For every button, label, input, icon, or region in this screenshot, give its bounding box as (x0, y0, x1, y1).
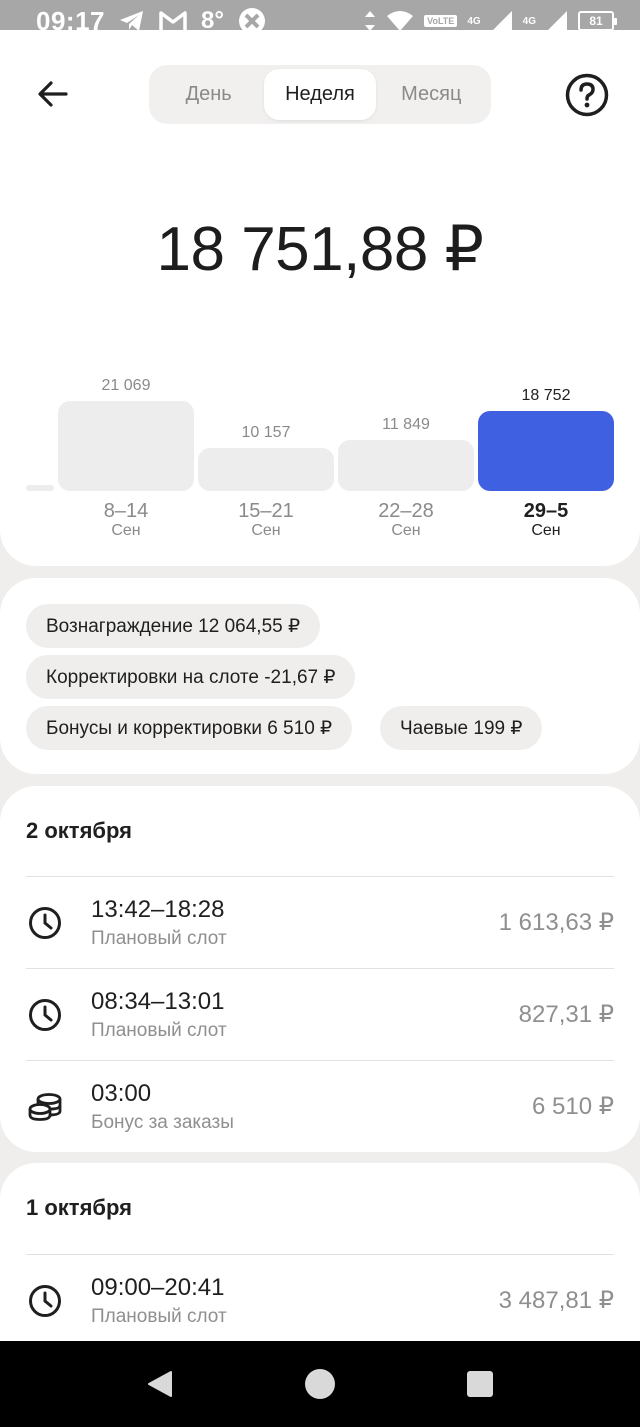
telegram-icon (119, 10, 145, 32)
bar-category-label: 29–5 Сен (478, 500, 614, 540)
question-icon (565, 73, 609, 117)
item-type: Плановый слот (91, 928, 227, 949)
bar-range: 8–14 (103, 500, 149, 522)
mail-icon (159, 11, 187, 31)
chip-tips[interactable]: Чаевые 199 ₽ (380, 706, 543, 750)
triangle-back-icon (148, 1371, 172, 1397)
period-switcher: День Неделя Месяц (149, 65, 491, 124)
item-time: 13:42–18:28 (91, 896, 225, 923)
item-type: Плановый слот (91, 1020, 227, 1041)
chip-slot-adjustments[interactable]: Корректировки на слоте -21,67 ₽ (26, 655, 356, 699)
bar-value-label: 18 752 (521, 387, 571, 404)
divider (26, 1254, 614, 1255)
signal-icon-1 (491, 10, 513, 32)
item-amount: 827,31 ₽ (518, 1001, 614, 1028)
item-time: 09:00–20:41 (91, 1274, 225, 1301)
day-title: 2 октября (26, 818, 132, 843)
bar-month: Сен (251, 522, 281, 539)
bar-category-label: 8–14 Сен (58, 500, 194, 540)
item-amount: 1 613,63 ₽ (498, 909, 614, 936)
nav-home-button[interactable] (304, 1368, 336, 1400)
volte-label: VoLTE (424, 15, 458, 27)
item-amount: 3 487,81 ₽ (498, 1287, 614, 1314)
day-title: 1 октября (26, 1195, 132, 1220)
tab-day[interactable]: День (153, 69, 264, 120)
battery-level: 81 (589, 14, 603, 28)
bar-range: 22–28 (378, 500, 434, 522)
item-type: Бонус за заказы (91, 1112, 234, 1133)
data-transfer-icon (364, 10, 376, 32)
bar-month: Сен (111, 522, 141, 539)
chip-bonuses[interactable]: Бонусы и корректировки 6 510 ₽ (26, 706, 353, 750)
divider (26, 876, 614, 877)
bar-range: 15–21 (238, 500, 294, 522)
bar-category-label: 15–21 Сен (198, 500, 334, 540)
bar-previous-partial (26, 485, 54, 491)
battery-icon: 81 (578, 11, 617, 31)
list-item[interactable]: 08:34–13:01 Плановый слот 827,31 ₽ (0, 970, 640, 1060)
bar-category-label: 22–28 Сен (338, 500, 474, 540)
square-recents-icon (467, 1371, 493, 1397)
nav-recents-button[interactable] (464, 1368, 496, 1400)
list-item[interactable]: 09:00–20:41 Плановый слот 3 487,81 ₽ (0, 1256, 640, 1346)
list-item[interactable]: 03:00 Бонус за заказы 6 510 ₽ (0, 1062, 640, 1152)
coins-icon (26, 1088, 64, 1126)
wifi-icon (386, 10, 414, 32)
day-section: 2 октября 13:42–18:28 Плановый слот 1 61… (0, 786, 640, 1152)
network-type-2: 4G (522, 15, 536, 27)
breakdown-card: Вознаграждение 12 064,55 ₽ Корректировки… (0, 578, 640, 774)
chart-bar[interactable] (58, 401, 194, 491)
system-nav-bar (0, 1341, 640, 1427)
help-button[interactable] (565, 73, 609, 117)
bar-value-label: 10 157 (241, 424, 291, 441)
item-amount: 6 510 ₽ (532, 1093, 614, 1120)
circle-home-icon (305, 1369, 335, 1399)
clock-icon (26, 996, 64, 1034)
clock-icon (26, 904, 64, 942)
item-type: Плановый слот (91, 1306, 227, 1327)
chart-bar[interactable] (198, 448, 334, 491)
bar-month: Сен (531, 522, 561, 539)
chart-bar[interactable] (338, 440, 474, 491)
network-type-1: 4G (467, 15, 481, 27)
bar-value-label: 21 069 (101, 377, 151, 394)
tab-week[interactable]: Неделя (264, 69, 376, 120)
bar-month: Сен (391, 522, 421, 539)
weekly-earnings-chart: 21 069 8–14 Сен 10 157 15–21 Сен 11 849 22–28 Се… (0, 360, 640, 550)
divider (26, 1060, 614, 1061)
item-time: 08:34–13:01 (91, 988, 225, 1015)
clock-icon (26, 1282, 64, 1320)
nav-back-button[interactable] (144, 1368, 176, 1400)
back-button[interactable] (34, 75, 72, 113)
bar-range: 29–5 (523, 500, 569, 522)
total-earnings: 18 751,88 ₽ (156, 215, 485, 284)
arrow-left-icon (38, 81, 68, 107)
chip-reward[interactable]: Вознаграждение 12 064,55 ₽ (26, 604, 321, 648)
chart-bar[interactable] (478, 411, 614, 491)
tab-month[interactable]: Месяц (376, 69, 487, 120)
divider (26, 968, 614, 969)
signal-icon-2 (546, 10, 568, 32)
item-time: 03:00 (91, 1080, 152, 1107)
list-item[interactable]: 13:42–18:28 Плановый слот 1 613,63 ₽ (0, 878, 640, 968)
bar-value-label: 11 849 (382, 416, 430, 433)
